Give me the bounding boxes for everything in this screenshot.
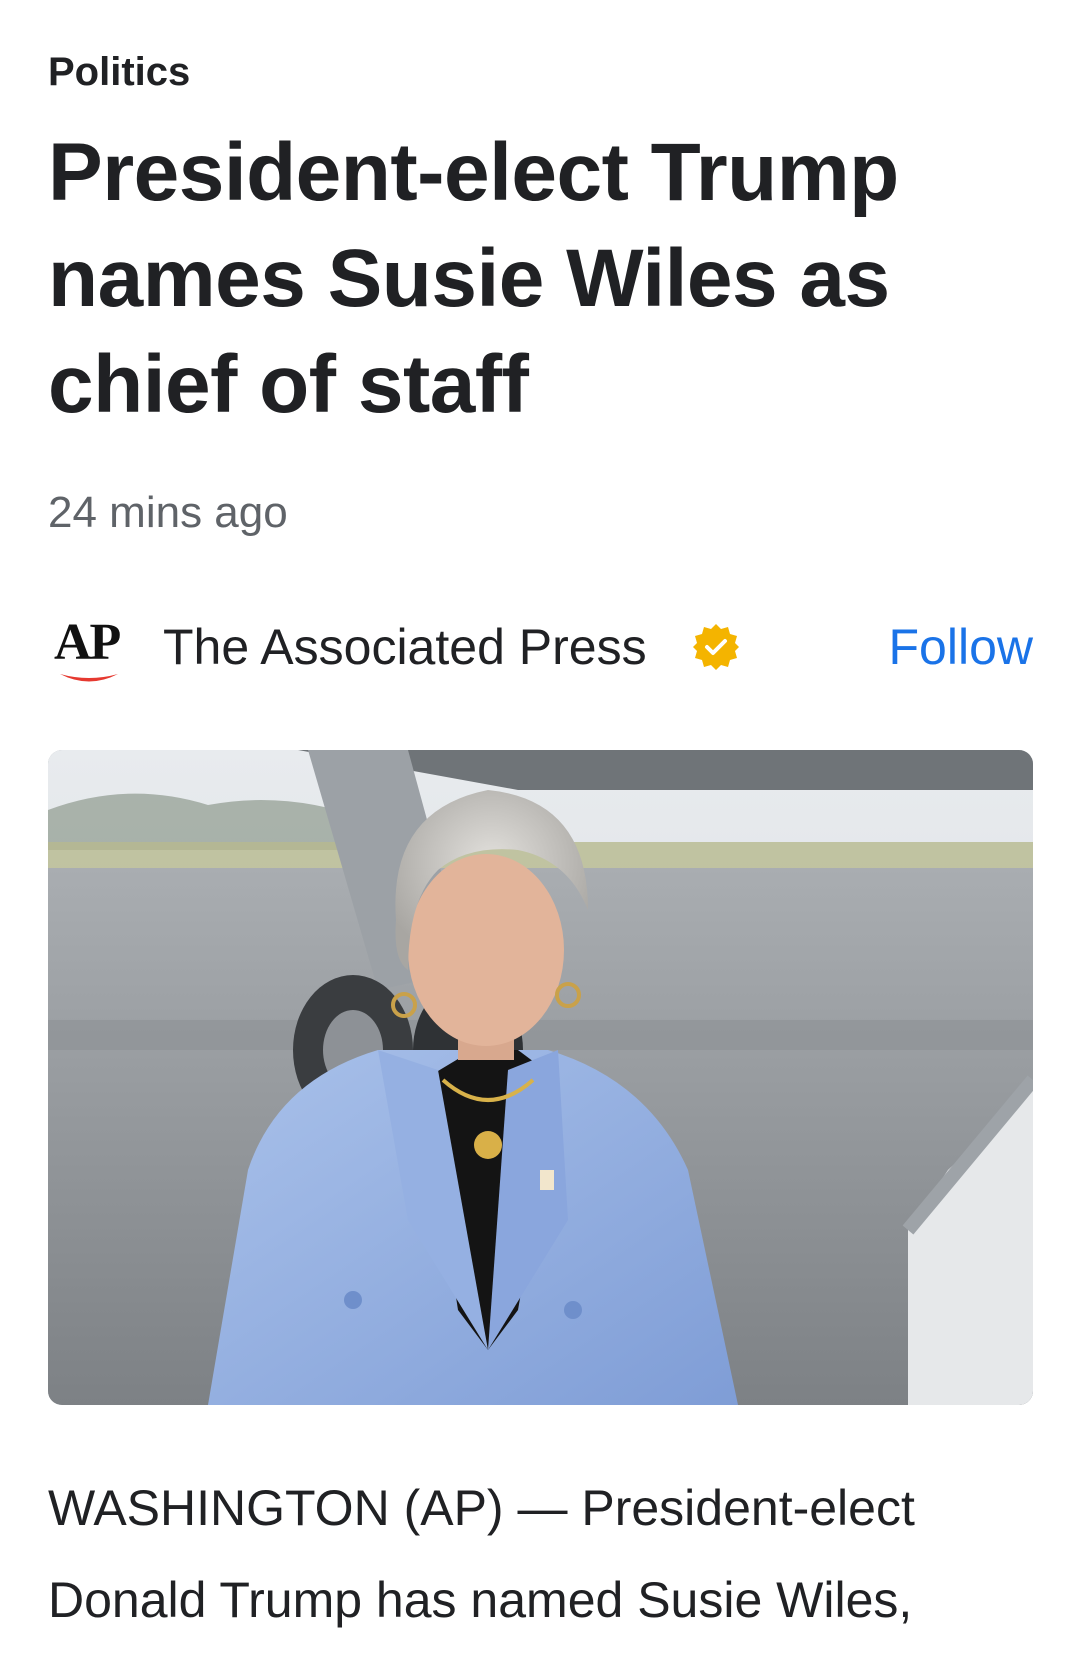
verified-badge-icon xyxy=(693,624,739,670)
ap-logo[interactable]: AP xyxy=(54,615,130,685)
portrait-photo-icon xyxy=(48,750,1033,1405)
hero-image[interactable] xyxy=(48,750,1033,1405)
source-row: AP The Associated Press Follow xyxy=(48,605,1033,695)
follow-button[interactable]: Follow xyxy=(889,617,1033,677)
section-label[interactable]: Politics xyxy=(48,48,190,96)
headline: President-elect Trump names Susie Wiles … xyxy=(48,127,899,430)
ap-logo-swoosh-icon xyxy=(60,674,118,682)
timestamp: 24 mins ago xyxy=(48,488,288,537)
ap-logo-text: AP xyxy=(54,614,121,671)
source-name[interactable]: The Associated Press xyxy=(163,617,647,677)
article-body: WASHINGTON (AP) — President-elect Donald… xyxy=(48,1480,915,1628)
